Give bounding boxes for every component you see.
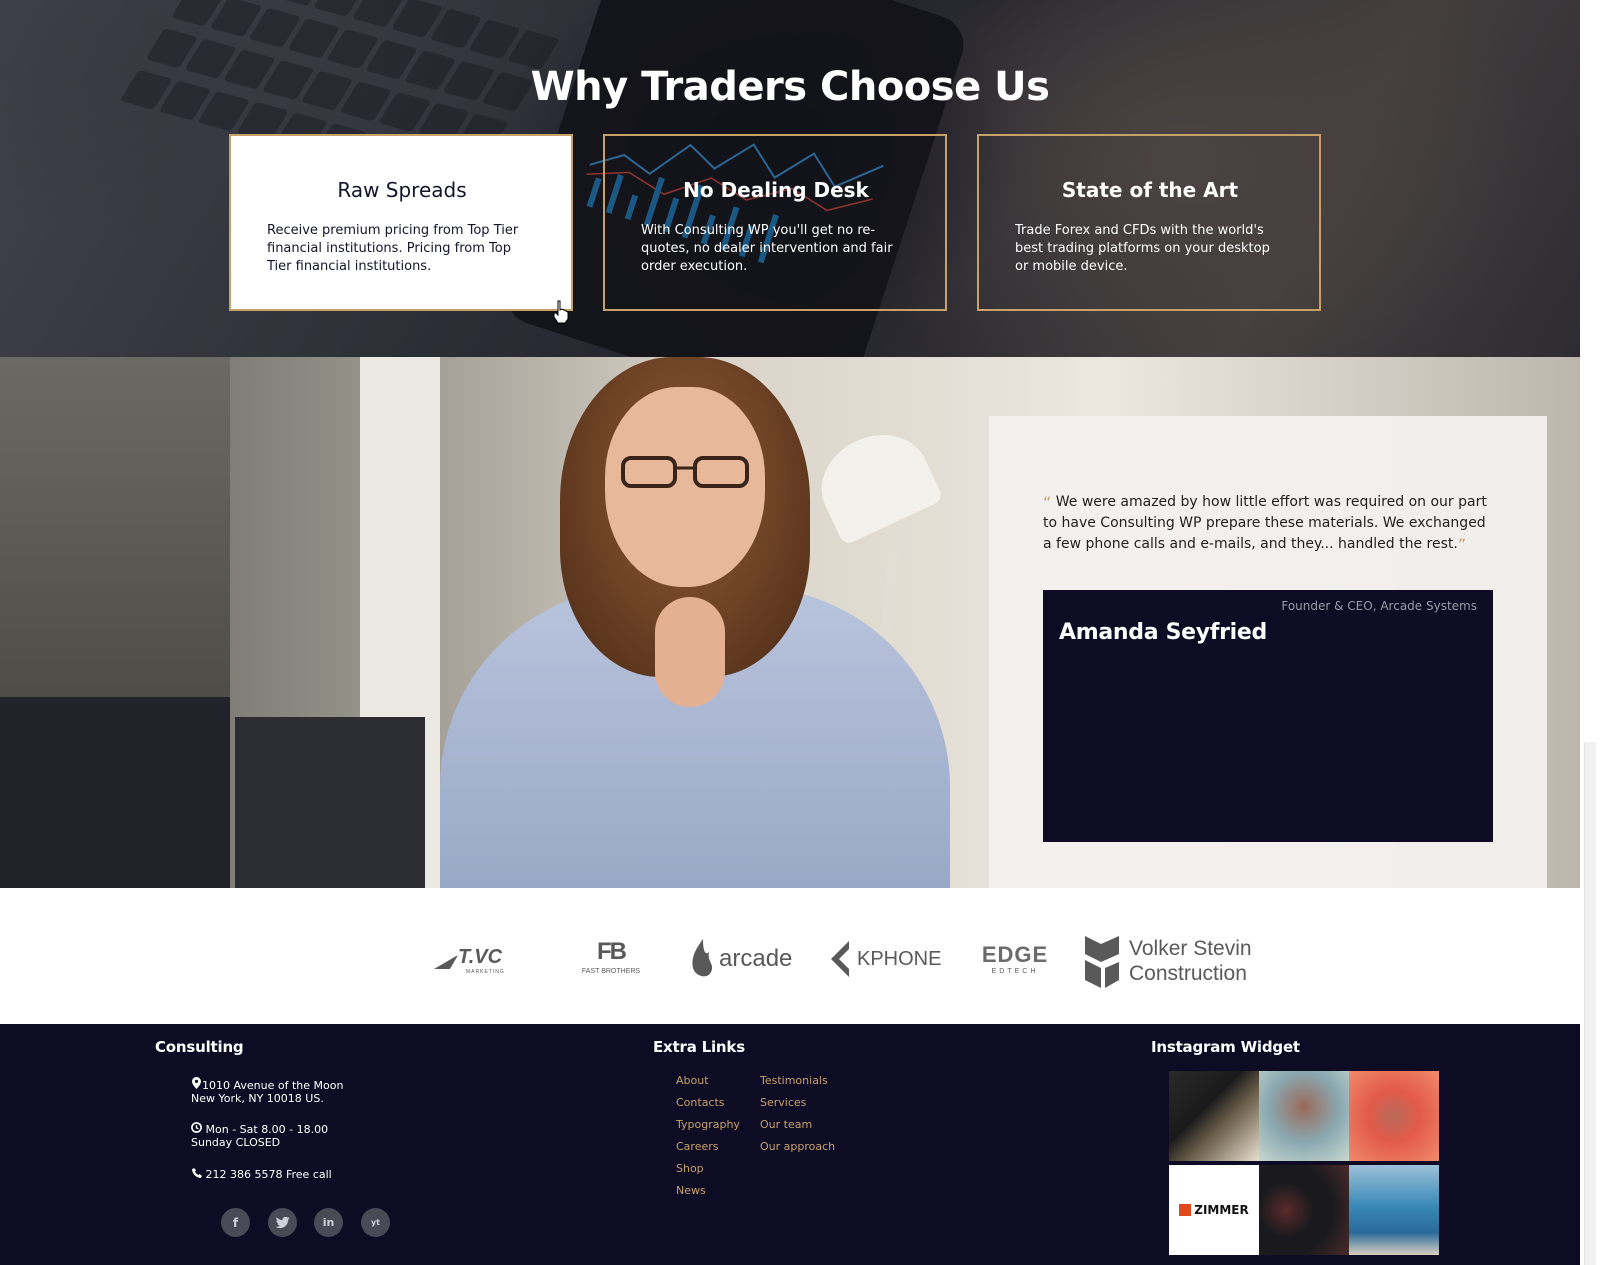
twitter-icon[interactable] (268, 1208, 297, 1237)
logo-text: FB (597, 938, 627, 965)
testimonial-author-card: Founder & CEO, Arcade Systems Amanda Sey… (1043, 590, 1493, 842)
instagram-grid: ZIMMER (1169, 1071, 1439, 1255)
logo-text: Volker Stevin (1129, 937, 1252, 960)
scrollbar-thumb[interactable] (1584, 742, 1596, 1265)
facebook-icon[interactable]: f (221, 1208, 250, 1237)
logo-kphone[interactable]: KPHONE (827, 936, 941, 982)
background-monitor (235, 717, 425, 888)
footer-address: 1010 Avenue of the Moon New York, NY 100… (191, 1077, 343, 1105)
instagram-photo[interactable] (1349, 1071, 1439, 1161)
instagram-photo[interactable]: ZIMMER (1169, 1165, 1259, 1255)
instagram-photo[interactable] (1349, 1165, 1439, 1255)
logo-subtext: Construction (1129, 962, 1247, 985)
logo-tvc[interactable]: T.VC MARKETING (432, 936, 516, 982)
feature-card-no-dealing-desk[interactable]: No Dealing Desk With Consulting WP you'l… (603, 134, 947, 311)
logo-subtext: FAST BROTHERS (581, 968, 641, 975)
k-chevron-icon (831, 941, 849, 977)
footer-link-about[interactable]: About (676, 1070, 740, 1092)
instagram-photo[interactable] (1169, 1071, 1259, 1161)
phone-icon (191, 1168, 202, 1181)
instagram-photo[interactable] (1259, 1165, 1349, 1255)
footer-phone[interactable]: 212 386 5578 Free call (191, 1168, 332, 1181)
logo-text: EDGE (981, 942, 1049, 967)
logo-subtext: MARKETING (466, 969, 505, 975)
youtube-icon[interactable]: yt (361, 1208, 390, 1237)
logo-fast-brothers[interactable]: FB FAST BROTHERS (575, 936, 647, 982)
feature-card-raw-spreads[interactable]: Raw Spreads Receive premium pricing from… (229, 134, 573, 311)
map-pin-icon (191, 1077, 202, 1092)
photo-hand (655, 597, 725, 707)
feature-card-title: No Dealing Desk (683, 178, 869, 202)
background-monitor (0, 697, 230, 888)
photo-glasses (621, 456, 749, 488)
footer-link-shop[interactable]: Shop (676, 1158, 740, 1180)
footer-link-typography[interactable]: Typography (676, 1114, 740, 1136)
author-name: Amanda Seyfried (1059, 620, 1267, 645)
footer-link-services[interactable]: Services (760, 1092, 835, 1114)
zimmer-mark-icon (1179, 1204, 1192, 1216)
phone-number: 212 386 5578 Free call (205, 1168, 332, 1181)
testimonial-photo (420, 357, 950, 888)
logo-volker-stevin[interactable]: Volker Stevin Construction (1083, 932, 1252, 990)
client-logos-strip: T.VC MARKETING FB FAST BROTHERS arcade K… (0, 888, 1580, 1024)
logo-text: arcade (719, 945, 793, 972)
hours-line: Sunday CLOSED (191, 1136, 281, 1149)
footer-heading-extra-links: Extra Links (653, 1038, 745, 1056)
logo-arcade[interactable]: arcade (689, 936, 792, 982)
close-quote-icon: ” (1457, 535, 1467, 554)
logo-subtext: EDTECH (991, 968, 1039, 975)
footer-link-news[interactable]: News (676, 1180, 740, 1202)
logo-edge[interactable]: EDGE EDTECH (972, 936, 1058, 982)
section-title: Why Traders Choose Us (530, 64, 1050, 110)
feature-card-text: Trade Forex and CFDs with the world's be… (1015, 223, 1270, 274)
logo-text: T.VC (458, 946, 503, 968)
flame-icon (692, 939, 713, 977)
clock-icon (191, 1122, 202, 1136)
logo-text: KPHONE (857, 947, 942, 970)
footer-links-col2: Testimonials Services Our team Our appro… (760, 1070, 835, 1158)
zimmer-label: ZIMMER (1194, 1203, 1249, 1217)
footer-link-testimonials[interactable]: Testimonials (760, 1070, 835, 1092)
footer-link-careers[interactable]: Careers (676, 1136, 740, 1158)
feature-card-title: State of the Art (1061, 178, 1239, 202)
feature-card-text: With Consulting WP you'll get no re-quot… (641, 223, 893, 274)
author-role: Founder & CEO, Arcade Systems (1281, 599, 1477, 613)
footer-hours: Mon - Sat 8.00 - 18.00 Sunday CLOSED (191, 1122, 328, 1149)
hand-cursor-icon (553, 300, 569, 324)
testimonial-quote: “ We were amazed by how little effort wa… (1043, 492, 1493, 555)
address-line: 1010 Avenue of the Moon (202, 1079, 344, 1092)
footer-heading-consulting: Consulting (155, 1038, 244, 1056)
open-quote-icon: “ (1043, 493, 1052, 512)
feature-card-title: Raw Spreads (337, 178, 467, 202)
instagram-photo[interactable] (1259, 1071, 1349, 1161)
footer-link-our-approach[interactable]: Our approach (760, 1136, 835, 1158)
hours-line: Mon - Sat 8.00 - 18.00 (205, 1123, 329, 1136)
footer-link-our-team[interactable]: Our team (760, 1114, 835, 1136)
feature-card-text: Receive premium pricing from Top Tier fi… (267, 223, 519, 274)
feature-card-state-of-the-art[interactable]: State of the Art Trade Forex and CFDs wi… (977, 134, 1321, 311)
linkedin-icon[interactable]: in (314, 1208, 343, 1237)
testimonial-text: We were amazed by how little effort was … (1043, 494, 1487, 552)
volker-stevin-mark-icon (1085, 936, 1119, 988)
footer-heading-instagram: Instagram Widget (1151, 1038, 1300, 1056)
footer-link-contacts[interactable]: Contacts (676, 1092, 740, 1114)
address-line: New York, NY 10018 US. (191, 1092, 324, 1105)
footer-links-col1: About Contacts Typography Careers Shop N… (676, 1070, 740, 1202)
